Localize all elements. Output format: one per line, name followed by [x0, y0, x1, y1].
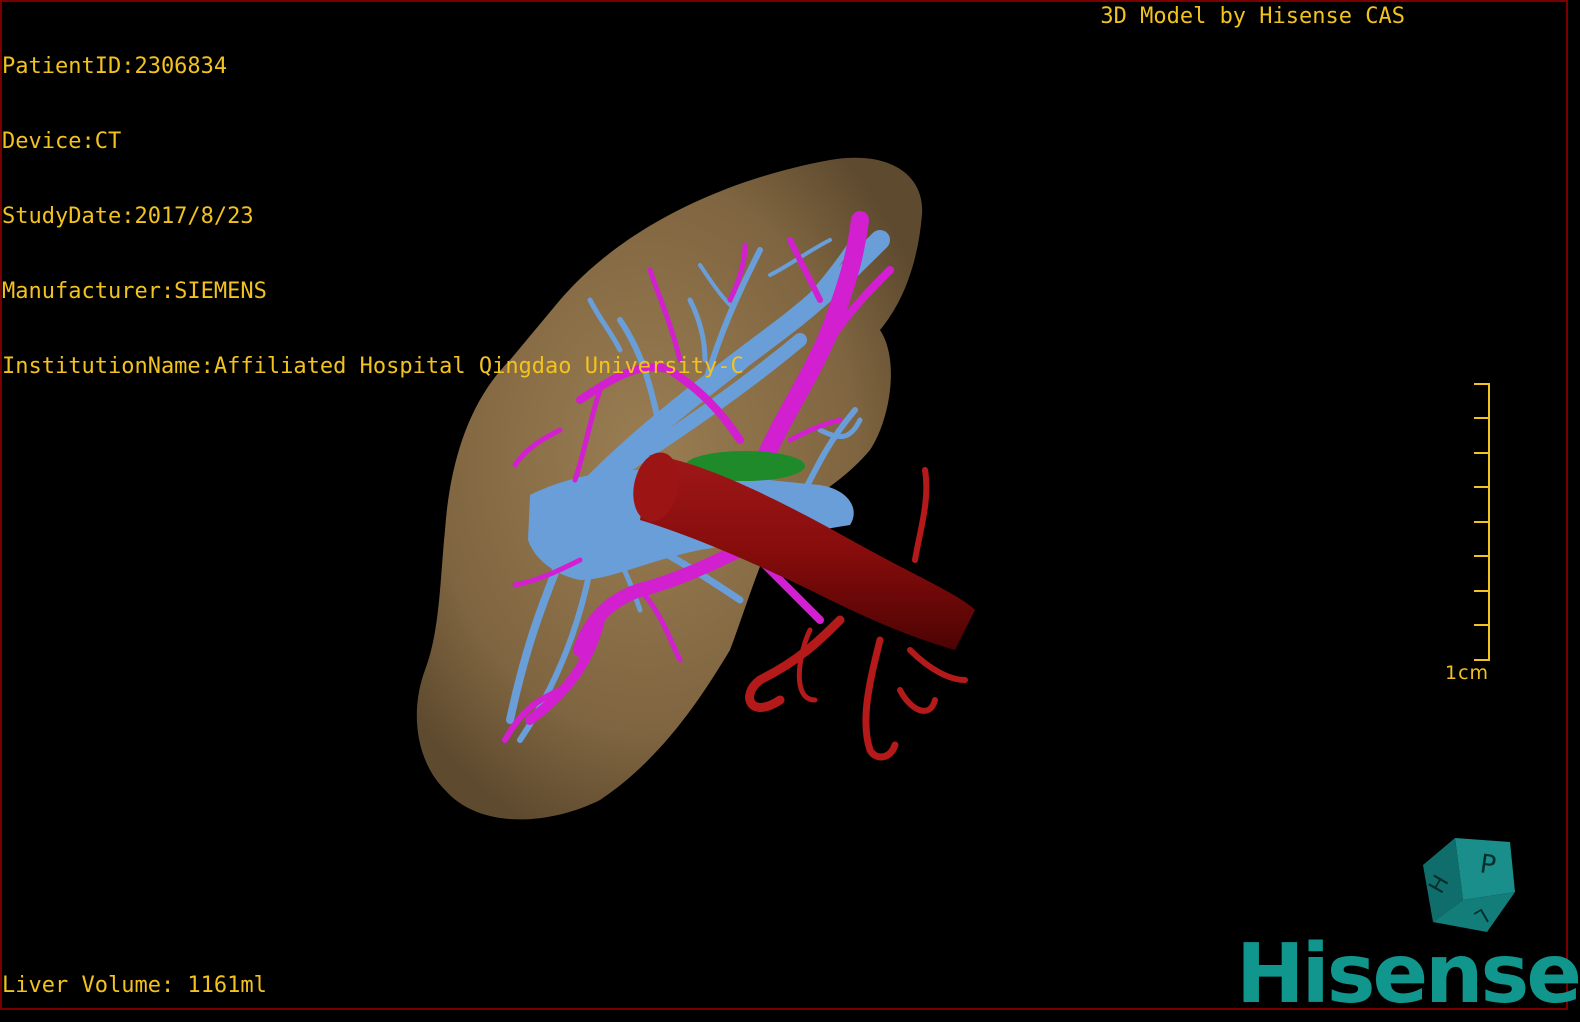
patient-id-text: PatientID:2306834: [2, 54, 228, 79]
model-credit-text: 3D Model by Hisense CAS: [1100, 4, 1405, 29]
liver-volume-text: Liver Volume: 1161ml: [2, 973, 267, 998]
scale-label: 1cm: [1445, 662, 1490, 684]
orientation-cube-icon[interactable]: P H L: [1415, 830, 1525, 940]
device-text: Device:CT: [2, 129, 122, 154]
hisense-logo: Hisense: [1236, 927, 1580, 1022]
institution-text: InstitutionName:Affiliated Hospital Qing…: [2, 354, 744, 379]
scale-bar: [1474, 383, 1490, 661]
study-metadata: PatientID:2306834 Device:CT StudyDate:20…: [2, 4, 744, 404]
manufacturer-text: Manufacturer:SIEMENS: [2, 279, 267, 304]
study-date-text: StudyDate:2017/8/23: [2, 204, 254, 229]
